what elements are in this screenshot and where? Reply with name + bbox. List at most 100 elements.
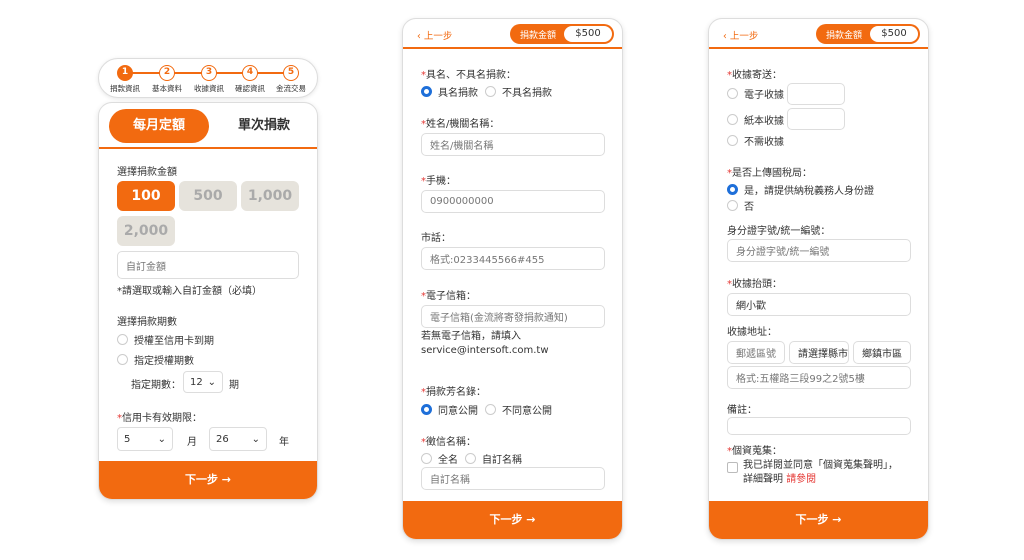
mobile-input[interactable]: 0900000000 (421, 190, 605, 213)
phone-label: 市話： (421, 233, 451, 244)
name-label: *姓名/機關名稱： (421, 119, 500, 130)
step-2: 2 基本資料 (152, 65, 182, 93)
tab-monthly[interactable]: 每月定額 (109, 109, 209, 143)
radio-icon (421, 404, 432, 415)
donation-amount-screen: 每月定額 單次捐款 選擇捐款金額 100 500 1,000 2,000 自訂金… (98, 102, 318, 500)
amount-error: *請選取或輸入自訂金額（必填） (117, 286, 262, 297)
back-button[interactable]: ‹ 上一步 (417, 28, 452, 42)
receipt-title-input[interactable]: 網小歡 (727, 293, 911, 316)
radio-icon (421, 453, 432, 464)
radio-agree-public[interactable]: 同意公開 (421, 402, 478, 417)
year-unit: 年 (279, 437, 289, 448)
month-unit: 月 (187, 437, 197, 448)
privacy-text: 我已詳閱並同意「個資蒐集聲明」， 詳細聲明 請參閱 (743, 460, 898, 485)
amount-option[interactable]: 1,000 (241, 181, 299, 211)
radio-icon (727, 114, 738, 125)
radio-icon (465, 453, 476, 464)
name-input[interactable]: 姓名/機關名稱 (421, 133, 605, 156)
amount-option[interactable]: 2,000 (117, 216, 175, 246)
receipt-info-screen: ‹ 上一步 捐款金額 $500 *收據寄送： 電子收據 紙本收據 不需收據 *是否… (708, 18, 929, 540)
email-note: 若無電子信箱，請填入 service@intersoft.com.tw (421, 331, 549, 356)
header: ‹ 上一步 捐款金額 $500 (403, 19, 622, 49)
next-button[interactable]: 下一步 → (99, 461, 317, 499)
expiry-year-select[interactable]: 26 ⌄ (209, 427, 267, 451)
radio-icon (117, 334, 128, 345)
upload-tax-label: *是否上傳國稅局： (727, 168, 812, 179)
privacy-checkbox[interactable] (727, 462, 738, 473)
radio-icon (485, 404, 496, 415)
radio-until-expiry[interactable]: 授權至信用卡到期 (117, 332, 214, 347)
zip-input[interactable]: 郵遞區號 (727, 341, 785, 364)
amount-option[interactable]: 100 (117, 181, 175, 211)
custom-name-input[interactable]: 自訂名稱 (421, 467, 605, 490)
tab-single[interactable]: 單次捐款 (219, 109, 309, 143)
amount-pill: 捐款金額 $500 (816, 24, 920, 44)
custom-amount-input[interactable]: 自訂金額 (117, 251, 299, 279)
chevron-left-icon: ‹ (723, 31, 730, 42)
county-select[interactable]: 請選擇縣市 (789, 341, 849, 364)
note-textarea[interactable] (727, 417, 911, 435)
amount-pill: 捐款金額 $500 (510, 24, 614, 44)
period-select[interactable]: 12 ⌄ (183, 371, 223, 393)
radio-anonymous[interactable]: 不具名捐款 (485, 84, 552, 99)
e-receipt-extra[interactable] (787, 83, 845, 105)
receipt-send-label: *收據寄送： (727, 70, 782, 81)
email-label: *電子信箱： (421, 291, 476, 302)
back-button[interactable]: ‹ 上一步 (723, 28, 758, 42)
radio-icon (727, 88, 738, 99)
mobile-label: *手機： (421, 176, 456, 187)
next-button[interactable]: 下一步 → (403, 501, 622, 539)
radio-custom-name[interactable]: 自訂名稱 (465, 451, 522, 466)
radio-icon (485, 86, 496, 97)
step-4: 4 確認資訊 (235, 65, 265, 93)
chevron-left-icon: ‹ (417, 31, 424, 42)
named-question: *具名、不具名捐款： (421, 70, 516, 81)
id-label: 身分證字號/統一編號： (727, 226, 831, 237)
town-select[interactable]: 鄉鎮市區 (853, 341, 911, 364)
step-3: 3 收據資訊 (194, 65, 224, 93)
amount-option[interactable]: 500 (179, 181, 237, 211)
address-input[interactable]: 格式:五權路三段99之2號5樓 (727, 366, 911, 389)
paper-receipt-extra[interactable] (787, 108, 845, 130)
radio-fullname[interactable]: 全名 (421, 451, 458, 466)
period-label: 選擇捐款期數 (117, 317, 177, 328)
privacy-label: *個資蒐集： (727, 446, 782, 457)
receipt-title-label: *收據抬頭： (727, 279, 782, 290)
header: ‹ 上一步 捐款金額 $500 (709, 19, 928, 49)
period-prefix: 指定期數： (131, 380, 181, 391)
progress-stepper: 1 捐款資訊 2 基本資料 3 收據資訊 4 確認資訊 5 金流交易 (98, 58, 318, 98)
chevron-down-icon: ⌄ (251, 433, 260, 445)
id-input[interactable]: 身分證字號/統一編號 (727, 239, 911, 262)
privacy-link[interactable]: 請參閱 (786, 474, 816, 485)
radio-no-receipt[interactable]: 不需收據 (727, 133, 784, 148)
radio-icon (421, 86, 432, 97)
chevron-down-icon: ⌄ (207, 376, 216, 388)
expiry-label: *信用卡有效期限： (117, 413, 202, 424)
address-label: 收據地址： (727, 327, 777, 338)
radio-upload-yes[interactable]: 是，請提供納稅義務人身份證 (727, 182, 874, 197)
email-input[interactable]: 電子信箱(金流將寄發捐款通知) (421, 305, 605, 328)
basic-info-screen: ‹ 上一步 捐款金額 $500 *具名、不具名捐款： 具名捐款 不具名捐款 *姓名… (402, 18, 623, 540)
period-unit: 期 (229, 380, 239, 391)
radio-specify-periods[interactable]: 指定授權期數 (117, 352, 194, 367)
donor-list-label: *捐款芳名錄： (421, 387, 486, 398)
radio-upload-no[interactable]: 否 (727, 198, 754, 213)
radio-icon (117, 354, 128, 365)
next-button[interactable]: 下一步 → (709, 501, 928, 539)
radio-named[interactable]: 具名捐款 (421, 84, 478, 99)
phone-input[interactable]: 格式:0233445566#455 (421, 247, 605, 270)
step-1: 1 捐款資訊 (110, 65, 140, 93)
donation-type-tabs: 每月定額 單次捐款 (99, 103, 317, 149)
radio-e-receipt[interactable]: 電子收據 (727, 86, 784, 101)
note-label: 備註： (727, 405, 757, 416)
radio-paper-receipt[interactable]: 紙本收據 (727, 112, 784, 127)
radio-icon (727, 135, 738, 146)
sign-name-label: *徵信名稱： (421, 437, 476, 448)
expiry-month-select[interactable]: 5 ⌄ (117, 427, 173, 451)
chevron-down-icon: ⌄ (157, 433, 166, 445)
radio-disagree-public[interactable]: 不同意公開 (485, 402, 552, 417)
step-5: 5 金流交易 (276, 65, 306, 93)
choose-amount-label: 選擇捐款金額 (117, 167, 177, 178)
radio-icon (727, 184, 738, 195)
radio-icon (727, 200, 738, 211)
